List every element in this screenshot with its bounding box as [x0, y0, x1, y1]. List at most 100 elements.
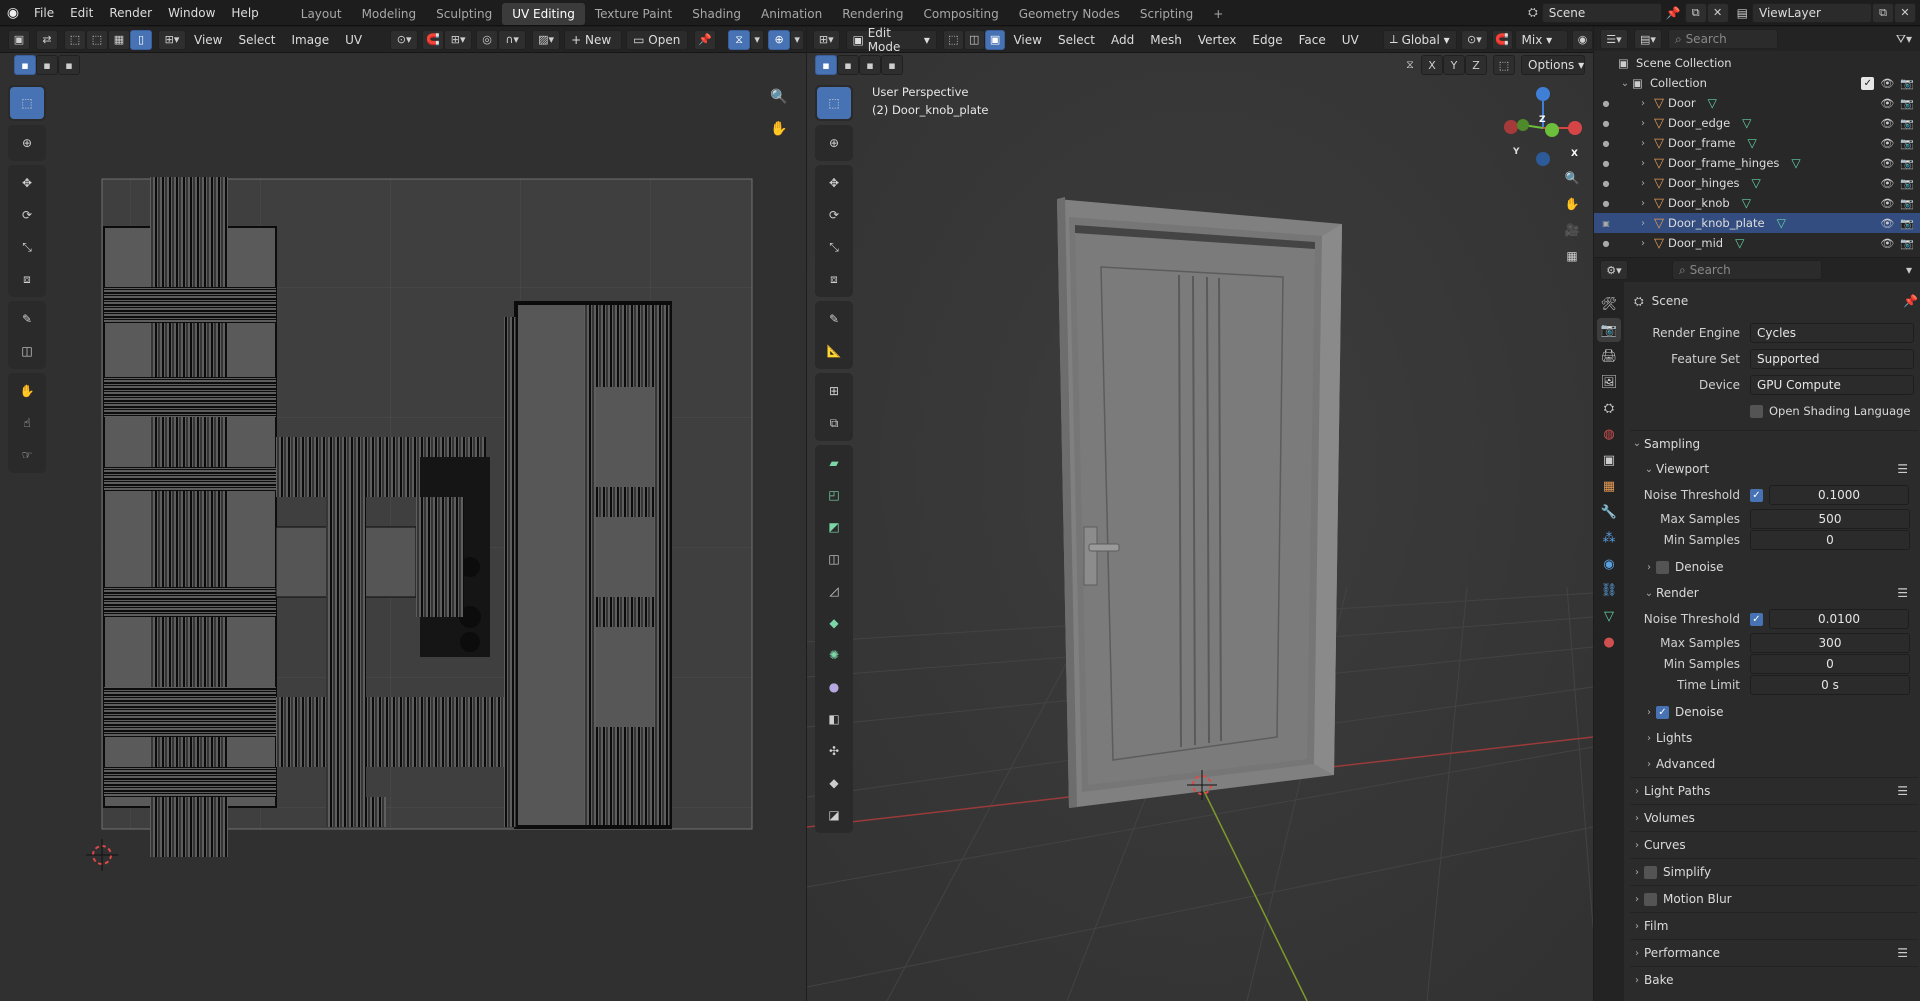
- viewport-subpanel-header[interactable]: ⌄ Viewport ☰: [1630, 456, 1918, 482]
- light-paths-expand-icon[interactable]: ›: [1630, 786, 1644, 797]
- visibility-icon[interactable]: 👁: [1880, 97, 1894, 110]
- tab-texture-paint[interactable]: Texture Paint: [585, 3, 682, 25]
- viewport-canvas[interactable]: [807, 27, 1593, 1001]
- physics-tab-icon[interactable]: ◉: [1597, 552, 1621, 576]
- modifier-tab-icon[interactable]: 🔧: [1597, 500, 1621, 524]
- menu-edit[interactable]: Edit: [62, 0, 101, 26]
- expand-object-icon[interactable]: ›: [1636, 198, 1650, 209]
- constraints-tab-icon[interactable]: ⛓: [1597, 578, 1621, 602]
- menu-help[interactable]: Help: [223, 0, 266, 26]
- poly-build-tool-icon[interactable]: ◆: [817, 607, 851, 639]
- vp-menu-uv[interactable]: UV: [1334, 33, 1367, 47]
- options-dropdown[interactable]: Options ▾: [1521, 55, 1585, 75]
- outliner-search[interactable]: ⌕ Search: [1668, 29, 1778, 49]
- vp-menu-edge[interactable]: Edge: [1244, 33, 1290, 47]
- uv-2d-cursor-icon[interactable]: [86, 839, 118, 871]
- feature-set-dropdown[interactable]: Supported: [1750, 349, 1914, 369]
- performance-expand-icon[interactable]: ›: [1630, 948, 1644, 959]
- curves-expand-icon[interactable]: ›: [1630, 840, 1644, 851]
- mesh-data-icon[interactable]: ▽: [1752, 176, 1761, 190]
- material-tab-icon[interactable]: ●: [1597, 630, 1621, 654]
- new-scene-icon[interactable]: ⧉: [1684, 2, 1707, 23]
- object-tab-icon[interactable]: ▦: [1597, 474, 1621, 498]
- pivot-point-icon[interactable]: ⊙▾: [1461, 29, 1488, 50]
- mirror-x-button[interactable]: X: [1421, 55, 1443, 75]
- vertex-mode-icon[interactable]: ⬚: [942, 29, 964, 50]
- vp-select-new-icon[interactable]: ▪: [815, 55, 837, 75]
- motion-blur-checkbox[interactable]: [1644, 892, 1657, 906]
- expand-object-icon[interactable]: ›: [1636, 118, 1650, 129]
- mesh-data-icon[interactable]: ▽: [1791, 156, 1800, 170]
- outliner-editor-type-icon[interactable]: ☰▾: [1600, 29, 1628, 49]
- add-primitive-tool-icon[interactable]: ⧉: [817, 407, 851, 439]
- simplify-checkbox[interactable]: [1644, 865, 1657, 879]
- delete-view-layer-icon[interactable]: ✕: [1894, 2, 1916, 23]
- knife-tool-icon[interactable]: ◿: [817, 575, 851, 607]
- scene-name[interactable]: Scene: [1541, 2, 1662, 23]
- delete-scene-icon[interactable]: ✕: [1706, 2, 1729, 23]
- r-noise-threshold-field[interactable]: 0.0100: [1769, 609, 1909, 629]
- viewport-editor-type-icon[interactable]: ⊞▾: [813, 29, 840, 50]
- proportional-edit-toggle-icon[interactable]: ◉: [1572, 29, 1593, 50]
- outliner-item-door-edge[interactable]: ● › ▽ Door_edge ▽ 👁 📷: [1594, 113, 1920, 133]
- mirror-y-button[interactable]: Y: [1443, 55, 1465, 75]
- output-tab-icon[interactable]: 🖨: [1597, 344, 1621, 368]
- render-visibility-icon[interactable]: 📷: [1900, 217, 1914, 230]
- lights-subpanel[interactable]: › Lights: [1630, 725, 1918, 751]
- camera-view-icon[interactable]: 🎥: [1559, 217, 1585, 243]
- vp-denoise-checkbox[interactable]: [1656, 560, 1669, 574]
- scene-collection-row[interactable]: ▣ Scene Collection: [1594, 53, 1920, 73]
- visibility-icon[interactable]: 👁: [1880, 177, 1894, 190]
- vp-menu-view[interactable]: View: [1005, 33, 1049, 47]
- data-tab-icon[interactable]: ▽: [1597, 604, 1621, 628]
- render-visibility-icon[interactable]: 📷: [1900, 137, 1914, 150]
- render-visibility-icon[interactable]: 📷: [1900, 157, 1914, 170]
- mesh-data-icon[interactable]: ▽: [1742, 116, 1751, 130]
- expand-collection-icon[interactable]: ⌄: [1618, 78, 1632, 89]
- edge-mode-icon[interactable]: ◫: [963, 29, 985, 50]
- render-presets-icon[interactable]: ☰: [1897, 586, 1908, 600]
- vp-menu-face[interactable]: Face: [1291, 33, 1334, 47]
- vp-annotate-tool-icon[interactable]: ✎: [817, 303, 851, 335]
- outliner-item-door-knob[interactable]: ● › ▽ Door_knob ▽ 👁 📷: [1594, 193, 1920, 213]
- vp-select-invert-icon[interactable]: ▪: [881, 55, 903, 75]
- tab-shading[interactable]: Shading: [682, 3, 751, 25]
- vp-denoise-expand-icon[interactable]: ›: [1642, 562, 1656, 573]
- render-visibility-icon[interactable]: 📷: [1900, 177, 1914, 190]
- add-cube-tool-icon[interactable]: ⊞: [817, 375, 851, 407]
- render-visibility-icon[interactable]: 📷: [1900, 117, 1914, 130]
- tab-sculpting[interactable]: Sculpting: [426, 3, 502, 25]
- vp-menu-select[interactable]: Select: [1050, 33, 1103, 47]
- performance-panel[interactable]: › Performance ☰: [1630, 939, 1918, 966]
- tab-rendering[interactable]: Rendering: [832, 3, 913, 25]
- curves-panel[interactable]: › Curves: [1630, 831, 1918, 858]
- vp-move-tool-icon[interactable]: ✥: [817, 167, 851, 199]
- volumes-panel[interactable]: › Volumes: [1630, 804, 1918, 831]
- world-tab-icon[interactable]: ◍: [1597, 422, 1621, 446]
- transform-orientation-dropdown[interactable]: ⟂ Global ▾: [1382, 29, 1458, 50]
- spin-tool-icon[interactable]: ✺: [817, 639, 851, 671]
- expand-object-icon[interactable]: ›: [1636, 138, 1650, 149]
- auto-merge-icon[interactable]: ⬚: [1493, 55, 1515, 75]
- outliner-item-door-mid[interactable]: ● › ▽ Door_mid ▽ 👁 📷: [1594, 233, 1920, 253]
- display-mode-icon[interactable]: ▤▾: [1634, 29, 1662, 49]
- r-denoise-checkbox[interactable]: ✓: [1656, 705, 1669, 719]
- film-panel[interactable]: › Film: [1630, 912, 1918, 939]
- lights-expand-icon[interactable]: ›: [1642, 733, 1656, 744]
- menu-render[interactable]: Render: [101, 0, 160, 26]
- face-mode-icon[interactable]: ▣: [984, 29, 1006, 50]
- vp-cursor-tool-icon[interactable]: ⊕: [817, 127, 851, 159]
- pin-icon[interactable]: 📌: [1666, 6, 1681, 20]
- vp-select-box-tool-icon[interactable]: ⬚: [817, 87, 851, 119]
- ortho-toggle-icon[interactable]: ▦: [1559, 243, 1585, 269]
- shear-tool-icon[interactable]: ◆: [817, 767, 851, 799]
- expand-object-icon[interactable]: ›: [1636, 238, 1650, 249]
- tab-layout[interactable]: Layout: [291, 3, 352, 25]
- vp-select-extend-icon[interactable]: ▪: [837, 55, 859, 75]
- outliner-item-door[interactable]: ● › ▽ Door ▽ 👁 📷: [1594, 93, 1920, 113]
- bevel-tool-icon[interactable]: ◩: [817, 511, 851, 543]
- collection-checkbox[interactable]: ✓: [1861, 76, 1875, 90]
- expand-object-icon[interactable]: ›: [1636, 98, 1650, 109]
- tool-tab-icon[interactable]: 🛠: [1597, 292, 1621, 316]
- uv-canvas[interactable]: [0, 27, 806, 1001]
